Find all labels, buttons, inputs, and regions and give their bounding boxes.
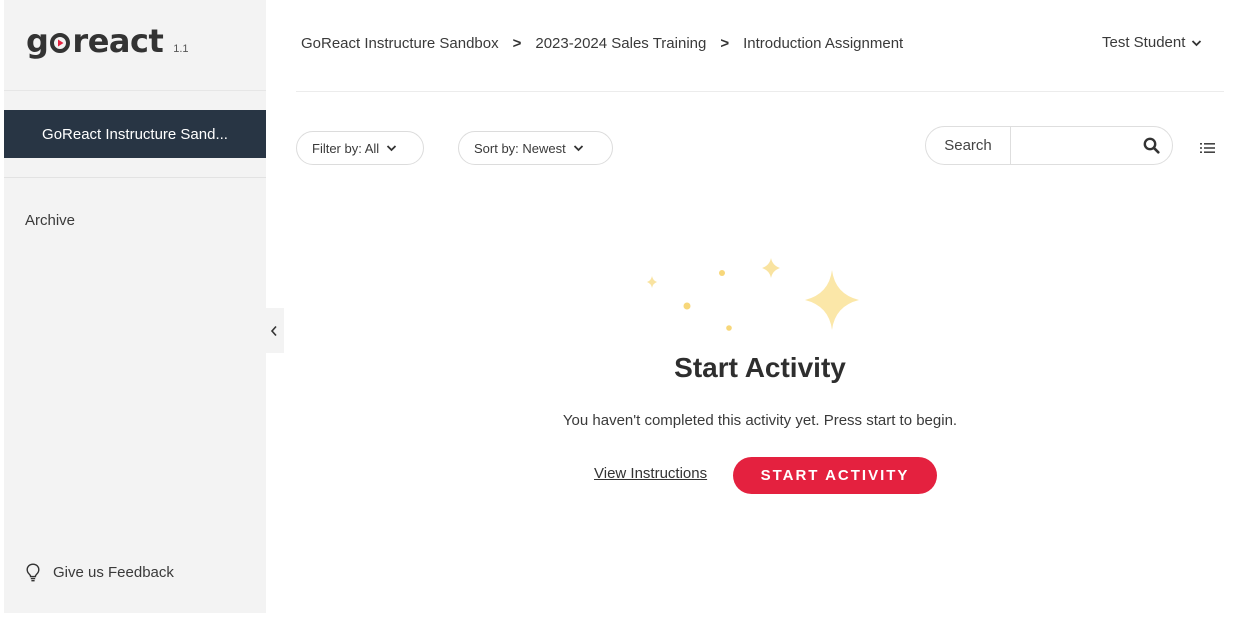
breadcrumb-item[interactable]: GoReact Instructure Sandbox	[301, 35, 499, 52]
user-name: Test Student	[1102, 34, 1186, 51]
sort-label: Sort by: Newest	[474, 140, 566, 156]
sidebar-divider	[4, 90, 266, 91]
sidebar-item-archive[interactable]: Archive	[25, 212, 75, 229]
app-version: 1.1	[173, 43, 189, 55]
search-button[interactable]	[1130, 127, 1172, 164]
filter-label: Filter by: All	[312, 140, 380, 156]
list-view-button[interactable]	[1200, 141, 1215, 159]
empty-state-title: Start Activity	[674, 352, 846, 383]
collapse-sidebar-button[interactable]	[264, 308, 284, 353]
sidebar: g react 1.1 GoReact Instructure Sand... A…	[4, 0, 266, 613]
breadcrumb-item[interactable]: 2023-2024 Sales Training	[535, 35, 706, 52]
sidebar-item-course[interactable]: GoReact Instructure Sand...	[4, 110, 266, 158]
chevron-down-icon	[387, 145, 397, 152]
chevron-left-icon	[270, 325, 277, 336]
search-input[interactable]	[1011, 127, 1130, 164]
start-activity-button[interactable]: START ACTIVITY	[733, 457, 937, 494]
user-menu[interactable]: Test Student	[1102, 34, 1202, 51]
search-icon	[1143, 137, 1160, 154]
feedback-link[interactable]: Give us Feedback	[26, 563, 174, 582]
breadcrumb-separator-icon: >	[720, 35, 730, 52]
feedback-label: Give us Feedback	[53, 564, 174, 581]
filter-dropdown[interactable]: Filter by: All	[296, 131, 424, 165]
chevron-down-icon	[1192, 39, 1202, 46]
sort-dropdown[interactable]: Sort by: Newest	[458, 131, 613, 165]
chevron-down-icon	[573, 145, 583, 152]
sidebar-divider	[4, 177, 266, 178]
search-label: Search	[926, 127, 1011, 164]
breadcrumb-separator-icon: >	[512, 35, 522, 52]
view-instructions-link[interactable]: View Instructions	[594, 465, 707, 482]
breadcrumb-item-current: Introduction Assignment	[743, 35, 904, 52]
logo: g react 1.1	[26, 22, 189, 60]
lightbulb-icon	[26, 563, 40, 582]
empty-state-description: You haven't completed this activity yet.…	[562, 412, 958, 429]
logo-text: g react	[26, 22, 164, 60]
header-divider	[296, 91, 1224, 92]
search-box: Search	[925, 126, 1173, 165]
list-view-icon	[1200, 143, 1215, 153]
play-o-icon	[50, 33, 71, 53]
breadcrumb: GoReact Instructure Sandbox > 2023-2024 …	[301, 35, 903, 52]
sparkles-icon	[640, 256, 865, 341]
